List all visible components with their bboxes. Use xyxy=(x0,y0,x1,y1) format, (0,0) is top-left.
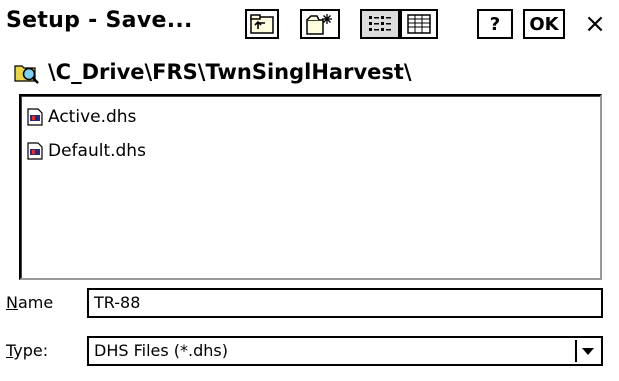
dhs-file-icon xyxy=(27,108,43,126)
close-icon: × xyxy=(584,9,606,39)
details-view-button[interactable] xyxy=(400,9,438,39)
window-title: Setup - Save... xyxy=(6,8,193,33)
path-text: \C_Drive\FRS\TwnSinglHarvest\ xyxy=(48,60,412,84)
title-bar: Setup - Save... ? OK × xyxy=(0,0,619,50)
close-button[interactable]: × xyxy=(576,9,614,39)
file-name: Default.dhs xyxy=(48,141,146,161)
dhs-file-icon xyxy=(27,142,43,160)
list-view-icon xyxy=(369,16,391,31)
name-input[interactable]: TR-88 xyxy=(87,288,603,318)
ok-button[interactable]: OK xyxy=(523,9,565,39)
file-name: Active.dhs xyxy=(48,107,137,127)
chevron-down-icon xyxy=(582,348,594,355)
type-label: Type: xyxy=(6,341,49,360)
details-view-icon xyxy=(407,14,431,34)
name-label: Name xyxy=(6,293,54,312)
list-view-button[interactable] xyxy=(360,9,400,39)
type-select[interactable]: DHS Files (*.dhs) xyxy=(87,336,603,366)
up-folder-icon xyxy=(250,14,274,34)
type-value: DHS Files (*.dhs) xyxy=(94,341,228,360)
new-folder-button[interactable] xyxy=(300,9,340,39)
ok-label: OK xyxy=(529,13,559,35)
help-label: ? xyxy=(489,13,501,35)
dropdown-button[interactable] xyxy=(575,340,599,362)
file-list[interactable]: Active.dhs Default.dhs xyxy=(19,94,602,280)
type-row: Type: DHS Files (*.dhs) xyxy=(0,336,619,366)
current-path: \C_Drive\FRS\TwnSinglHarvest\ xyxy=(14,58,412,86)
help-button[interactable]: ? xyxy=(477,9,513,39)
file-item-default[interactable]: Default.dhs xyxy=(27,139,146,163)
up-folder-button[interactable] xyxy=(245,9,279,39)
file-item-active[interactable]: Active.dhs xyxy=(27,105,136,129)
folder-search-icon xyxy=(14,65,39,84)
name-row: Name TR-88 xyxy=(0,288,619,318)
new-folder-icon xyxy=(306,14,332,35)
